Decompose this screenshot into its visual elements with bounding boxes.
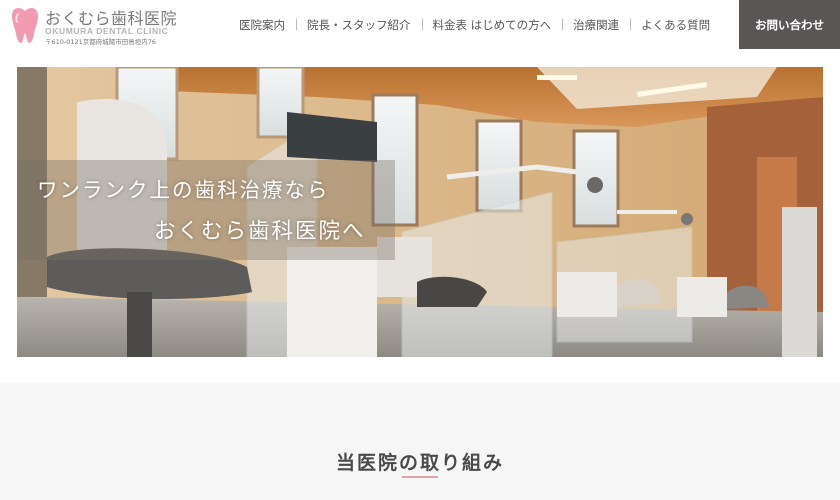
contact-button[interactable]: お問い合わせ [739,0,840,49]
hero-tagline-line1: ワンランク上の歯科治療なら [37,178,330,202]
tooth-logo-icon [12,8,38,44]
logo-name-en: OKUMURA DENTAL CLINIC [45,26,169,36]
nav-item-treatment[interactable]: 治療関連 [562,17,630,33]
section-title: 当医院の取り組み [335,452,504,474]
site-header: おくむら歯科医院 OKUMURA DENTAL CLINIC 〒610-0121… [0,0,840,49]
nav-item-staff[interactable]: 院長・スタッフ紹介 [296,17,422,33]
nav-item-clinic-info[interactable]: 医院案内 [228,17,296,33]
hero-image: ワンランク上の歯科治療なら おくむら歯科医院へ [17,67,823,357]
logo-address: 〒610-0121京都府城陽市田島垣内76 [45,38,157,46]
hero-caption: ワンランク上の歯科治療なら おくむら歯科医院へ [17,160,395,260]
nav-item-faq[interactable]: よくある質問 [630,17,721,33]
section-title-underline [402,476,438,478]
initiatives-section: 当医院の取り組み [0,383,840,500]
clinic-logo[interactable]: おくむら歯科医院 OKUMURA DENTAL CLINIC 〒610-0121… [7,4,207,46]
hero-tagline-line2: おくむら歯科医院へ [154,219,366,244]
main-nav: 医院案内 院長・スタッフ紹介 料金表 はじめての方へ 治療関連 よくある質問 [228,0,721,49]
nav-item-pricing-first-visit[interactable]: 料金表 はじめての方へ [421,17,563,33]
